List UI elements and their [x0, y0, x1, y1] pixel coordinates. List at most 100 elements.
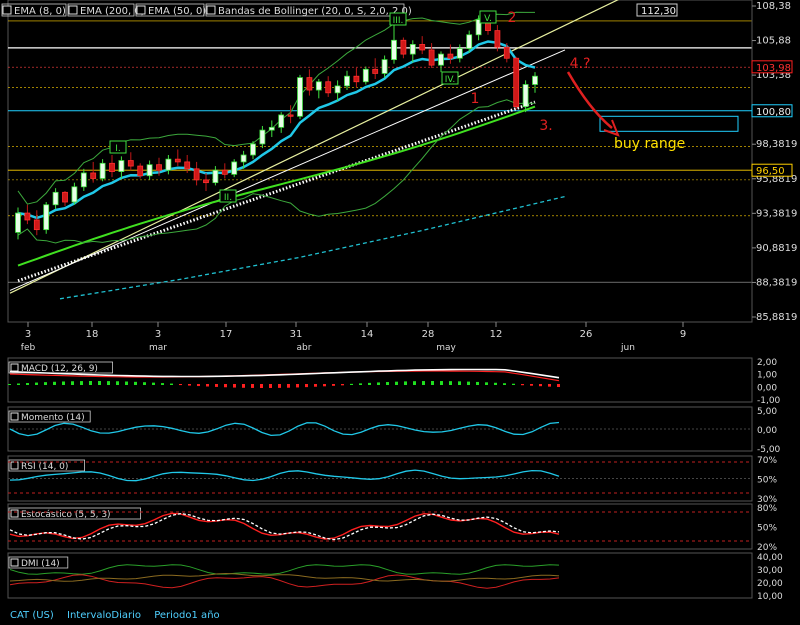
candle-body	[221, 169, 228, 175]
candle-body	[250, 143, 256, 156]
legend-checkbox[interactable]	[2, 5, 12, 15]
buy-range-label: buy range	[614, 136, 685, 152]
macd-histogram-bar	[503, 383, 506, 385]
candle-body	[306, 77, 313, 91]
macd-histogram-bar	[44, 382, 47, 385]
candle-body	[156, 164, 162, 171]
indicator-frame	[7, 357, 753, 403]
macd-histogram-bar	[476, 381, 479, 385]
indicator-panel: Estocástico (5, 5, 3)80%50%20%	[7, 503, 777, 553]
candle-body	[231, 161, 238, 175]
macd-histogram-bar	[539, 384, 542, 387]
month-label: abr	[297, 343, 312, 353]
indicator-tick-label: 10,00	[757, 592, 783, 602]
candle	[231, 159, 238, 178]
footer: CAT (US) IntervaloDiario Periodo1 año	[10, 610, 230, 621]
price-tick-label: 93,3819	[756, 208, 797, 219]
indicator-tick-label: 5,00	[757, 407, 777, 417]
macd-histogram-bar	[134, 381, 137, 385]
macd-histogram-bar	[80, 381, 83, 385]
indicator-checkbox[interactable]	[10, 509, 19, 518]
macd-histogram-bar	[278, 384, 281, 388]
candle-body	[146, 164, 153, 177]
macd-histogram-bar	[35, 382, 38, 385]
candle-body	[240, 154, 247, 163]
candle-body	[259, 129, 266, 145]
macd-histogram-bar	[107, 381, 110, 385]
macd-histogram-bar	[332, 384, 335, 386]
wave-label: IV.	[445, 75, 456, 85]
candle-body	[372, 68, 379, 74]
candle-body	[99, 162, 106, 179]
candle	[43, 201, 50, 234]
candle-body	[137, 165, 144, 177]
indicator-panel: Momento (14) 5,00 0,00 -5,00	[7, 406, 781, 455]
candle-body	[447, 53, 454, 59]
legend-checkbox[interactable]	[68, 5, 78, 15]
candle-body	[532, 75, 538, 85]
indicator-name: RSI (14, 0)	[21, 462, 68, 472]
macd-histogram-bar	[71, 381, 74, 385]
elliott-wave-label: 2	[508, 10, 517, 26]
indicator-checkbox[interactable]	[10, 363, 19, 372]
macd-histogram-bar	[314, 384, 317, 387]
macd-histogram-bar	[521, 384, 524, 386]
symbol-label: CAT (US)	[10, 610, 54, 621]
legend-checkbox[interactable]	[206, 5, 216, 15]
legend-label: EMA (50, 0)	[148, 6, 206, 17]
macd-histogram-bar	[467, 381, 470, 385]
price-tick-label: 90,8819	[756, 243, 797, 254]
candle-body	[24, 212, 31, 221]
price-panel	[7, 0, 753, 323]
macd-histogram-bar	[359, 383, 362, 385]
macd-histogram-bar	[197, 384, 200, 387]
candle-body	[362, 68, 369, 83]
indicator-name: Momento (14)	[21, 413, 85, 423]
candle-body	[325, 81, 332, 94]
macd-histogram-bar	[512, 383, 515, 385]
macd-histogram-bar	[116, 381, 119, 385]
indicator-checkbox[interactable]	[10, 558, 19, 567]
candle-body	[297, 77, 303, 117]
date-tick-label: 3	[155, 329, 161, 340]
candle	[297, 74, 303, 120]
wave-label: II.	[224, 193, 232, 203]
elliott-wave-label: 1	[471, 91, 480, 107]
price-tick-label: 98,3819	[756, 139, 797, 150]
macd-histogram-bar	[305, 384, 308, 388]
candle-body	[428, 49, 435, 66]
macd-histogram-bar	[215, 384, 218, 387]
macd-histogram-bar	[422, 381, 425, 385]
date-tick-label: 18	[86, 329, 99, 340]
date-tick-label: 14	[361, 329, 374, 340]
macd-histogram-bar	[548, 384, 551, 387]
macd-histogram-bar	[26, 383, 29, 385]
macd-histogram-bar	[242, 384, 245, 388]
candle-body	[438, 53, 444, 66]
macd-histogram-bar	[350, 383, 353, 385]
price-tick-label: 108,38	[756, 1, 791, 12]
candle-body	[503, 46, 510, 59]
macd-histogram-bar	[395, 381, 398, 385]
candle-body	[522, 84, 529, 108]
macd-histogram-bar	[341, 384, 344, 386]
candle-body	[212, 169, 219, 184]
macd-histogram-bar	[152, 382, 155, 385]
macd-histogram-bar	[188, 384, 191, 386]
legend-checkbox[interactable]	[136, 5, 146, 15]
month-label: jun	[620, 343, 635, 353]
price-marker-label: 100,80	[756, 107, 791, 118]
candle-body	[193, 168, 200, 181]
indicator-checkbox[interactable]	[10, 461, 19, 470]
macd-histogram-bar	[53, 381, 56, 385]
indicator-tick-label: 70%	[757, 456, 777, 466]
price-tick-label: 85,8819	[756, 312, 797, 323]
candle-body	[391, 39, 397, 61]
indicator-tick-label: 80%	[757, 504, 777, 514]
indicator-checkbox[interactable]	[10, 412, 19, 421]
indicator-panel: RSI (14, 0)70%50%30%	[7, 455, 777, 505]
macd-histogram-bar	[431, 381, 434, 385]
price-tick-label: 88,3819	[756, 277, 797, 288]
candle-body	[33, 219, 40, 231]
candle-body	[203, 179, 209, 184]
